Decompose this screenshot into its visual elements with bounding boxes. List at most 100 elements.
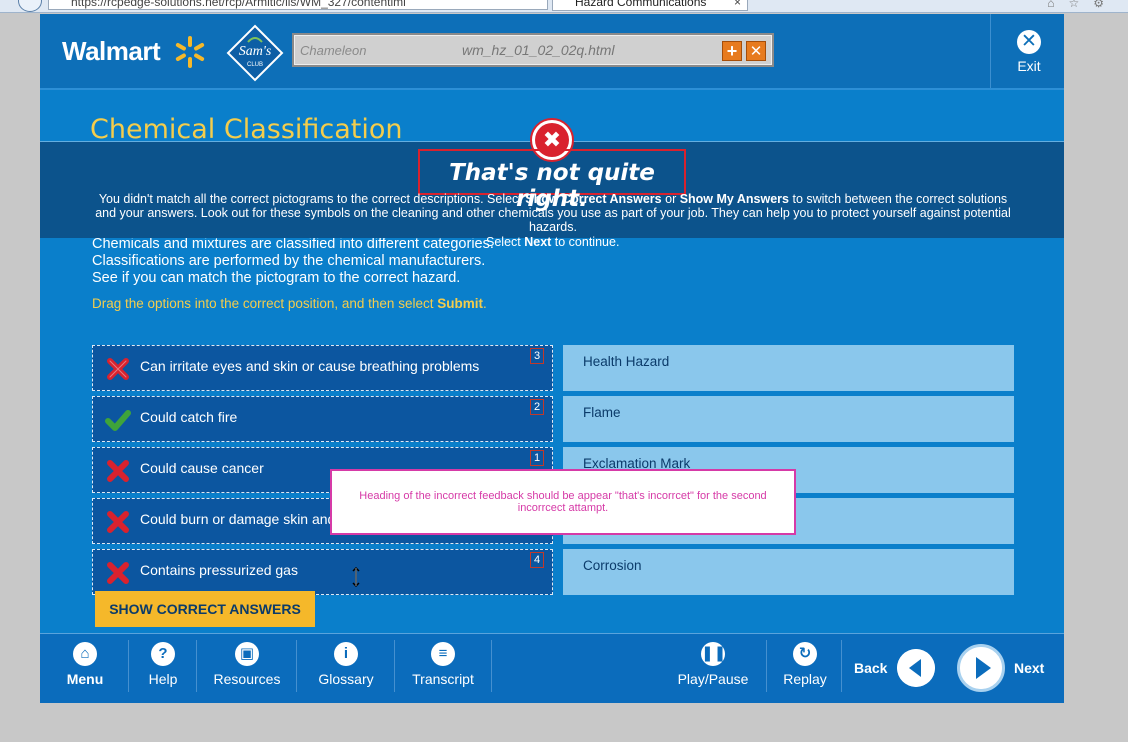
drag-item-text: Contains pressurized gas [140, 562, 298, 578]
chameleon-logo: Chameleon [300, 43, 367, 58]
drag-item-text: Could cause cancer [140, 460, 264, 476]
address-bar[interactable]: https://rcpedge-solutions.net/rcp/Armiti… [48, 0, 548, 10]
next-label[interactable]: Next [1014, 660, 1044, 676]
footer-divider [296, 640, 297, 692]
drag-instruction-text: Drag the options into the correct positi… [92, 296, 438, 311]
exit-label: Exit [1017, 58, 1041, 74]
match-number-badge: 3 [530, 348, 544, 364]
footer-divider [196, 640, 197, 692]
drag-instruction-submit: Submit [437, 296, 483, 311]
tab-close-icon[interactable]: × [734, 0, 741, 10]
glossary-button[interactable]: i Glossary [312, 642, 380, 687]
pause-icon: ❚❚ [701, 642, 726, 666]
drag-item[interactable]: Can irritate eyes and skin or cause brea… [92, 345, 553, 391]
resources-button[interactable]: ▣ Resources [210, 642, 284, 687]
menu-label: Menu [66, 671, 104, 687]
correct-check-icon [105, 410, 131, 431]
replay-button[interactable]: ↻ Replay [780, 642, 830, 687]
drop-target-label: Flame [583, 405, 621, 420]
menu-button[interactable]: ⌂ Menu [58, 642, 112, 687]
exit-button[interactable]: ✕ Exit [1004, 30, 1054, 74]
match-number-badge: 2 [530, 399, 544, 415]
next-arrow-icon[interactable] [957, 644, 1005, 692]
svg-text:Sam's: Sam's [239, 44, 272, 59]
resize-cursor-icon [352, 567, 360, 587]
course-player: Walmart Sam's CLUB Chameleon wm_hz_01_02… [40, 14, 1064, 703]
footer-divider [841, 640, 842, 692]
drop-target[interactable]: Flame [563, 396, 1014, 442]
drag-item[interactable]: Could catch fire 2 [92, 396, 553, 442]
transcript-icon: ≡ [431, 642, 455, 666]
browser-toolbar-icons[interactable]: ⌂☆⚙ [1047, 0, 1118, 10]
play-pause-label: Play/Pause [677, 671, 749, 687]
feedback-continue-prefix: Select [486, 235, 525, 249]
header-divider [990, 14, 991, 88]
back-label[interactable]: Back [854, 660, 887, 676]
instruction-line: See if you can match the pictogram to th… [92, 270, 461, 286]
transcript-button[interactable]: ≡ Transcript [408, 642, 478, 687]
back-arrow-icon[interactable] [897, 649, 935, 687]
drop-target-label: Health Hazard [583, 354, 670, 369]
replay-label: Replay [783, 671, 827, 687]
feedback-continue: Select Next to continue. [486, 235, 619, 249]
drag-instruction-suffix: . [482, 296, 487, 311]
feedback-continue-next: Next [524, 235, 552, 249]
feedback-continue-suffix: to continue. [551, 235, 620, 249]
walmart-spark-icon [175, 36, 205, 68]
feedback-show-mine: Show My Answers [679, 192, 789, 206]
feedback-body-text: You didn't match all the correct pictogr… [98, 192, 526, 206]
help-label: Help [148, 671, 178, 687]
svg-text:CLUB: CLUB [247, 62, 263, 68]
walmart-logo: Walmart [62, 36, 161, 66]
footer-divider [491, 640, 492, 692]
drag-item[interactable]: Contains pressurized gas 4 [92, 549, 553, 595]
info-icon: i [334, 642, 358, 666]
feedback-heading-box: That's not quite right. [418, 149, 686, 212]
feedback-body: You didn't match all the correct pictogr… [88, 192, 1018, 234]
footer-divider [394, 640, 395, 692]
content-area: Chemical Classification Chemicals and mi… [40, 90, 1064, 633]
browser-tab[interactable]: Hazard Communications × [552, 0, 748, 11]
resources-label: Resources [213, 671, 281, 687]
show-correct-answers-button[interactable]: SHOW CORRECT ANSWERS [95, 591, 315, 627]
play-pause-button[interactable]: ❚❚ Play/Pause [676, 642, 750, 687]
instruction-line: Classifications are performed by the che… [92, 253, 486, 269]
incorrect-x-icon [107, 511, 129, 533]
drop-target-label: Corrosion [583, 558, 642, 573]
instruction-line: Chemicals and mixtures are classified in… [92, 236, 494, 252]
drag-item-text: Could catch fire [140, 409, 238, 425]
drop-target[interactable]: Health Hazard [563, 345, 1014, 391]
browser-tab-title: Hazard Communications [575, 0, 707, 9]
chameleon-review-bar: Chameleon wm_hz_01_02_02q.html + ✕ [292, 33, 774, 67]
home-icon: ⌂ [73, 642, 97, 666]
add-comment-button[interactable]: + [722, 41, 742, 61]
drop-target[interactable]: Corrosion [563, 549, 1014, 595]
feedback-show-correct: Show Correct Answers [525, 192, 662, 206]
sams-club-logo: Sam's CLUB [226, 24, 284, 82]
chameleon-filename: wm_hz_01_02_02q.html [462, 42, 615, 58]
back-nav-icon[interactable] [18, 0, 42, 12]
glossary-label: Glossary [318, 671, 374, 687]
close-icon: ✕ [1017, 30, 1041, 54]
incorrect-x-icon [107, 460, 129, 482]
review-comment-note[interactable]: Heading of the incorrect feedback should… [330, 469, 796, 535]
replay-icon: ↻ [793, 642, 817, 666]
resources-icon: ▣ [235, 642, 259, 666]
footer-divider [766, 640, 767, 692]
footer-nav: ⌂ Menu ? Help ▣ Resources i Glossary ≡ T… [40, 633, 1064, 703]
help-icon: ? [151, 642, 175, 666]
drag-instruction: Drag the options into the correct positi… [92, 296, 487, 311]
drag-item-text: Could burn or damage skin and e [140, 511, 348, 527]
help-button[interactable]: ? Help [140, 642, 186, 687]
match-number-badge: 1 [530, 450, 544, 466]
browser-bar: https://rcpedge-solutions.net/rcp/Armiti… [0, 0, 1128, 13]
footer-divider [128, 640, 129, 692]
header: Walmart Sam's CLUB Chameleon wm_hz_01_02… [40, 14, 1064, 90]
transcript-label: Transcript [412, 671, 474, 687]
incorrect-x-icon [107, 358, 129, 380]
close-review-button[interactable]: ✕ [746, 41, 766, 61]
match-number-badge: 4 [530, 552, 544, 568]
review-comment-text: Heading of the incorrect feedback should… [359, 490, 767, 514]
incorrect-x-icon [107, 562, 129, 584]
instructions: Chemicals and mixtures are classified in… [92, 236, 494, 287]
